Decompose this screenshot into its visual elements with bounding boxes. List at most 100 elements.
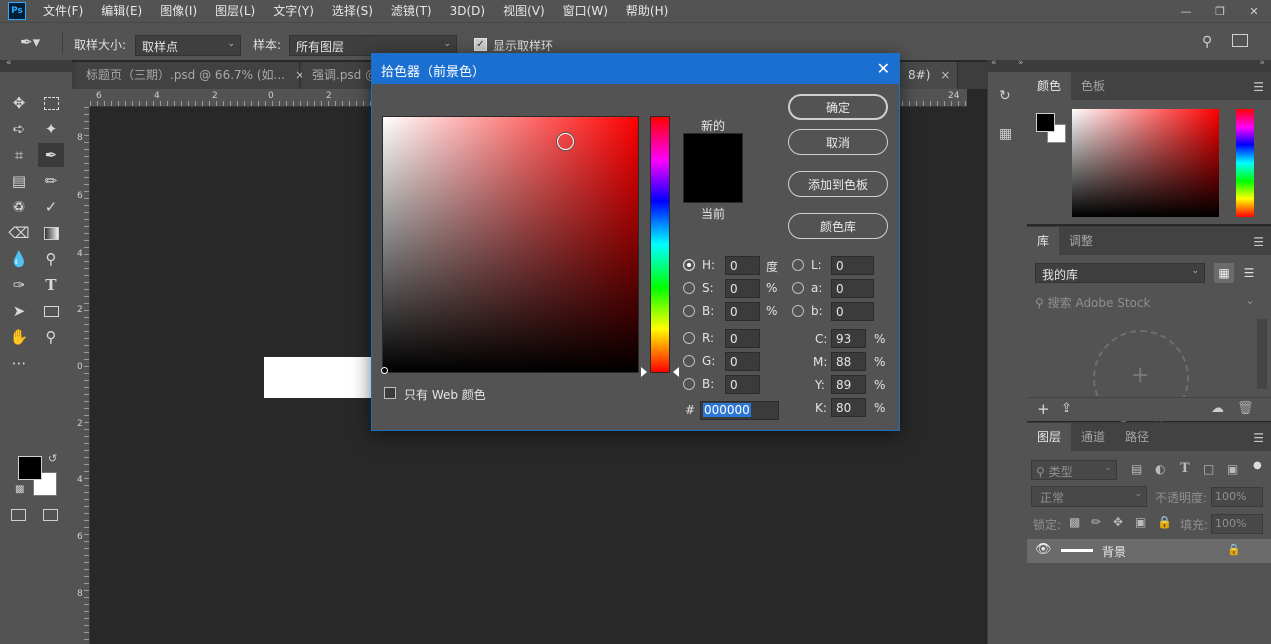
- clone-stamp-tool-icon[interactable]: ♽: [6, 195, 32, 219]
- hue-slider-left-arrow-icon[interactable]: [641, 367, 647, 377]
- color-picker-ring[interactable]: [557, 133, 574, 150]
- ok-button[interactable]: 确定: [788, 94, 888, 120]
- pen-tool-icon[interactable]: ✑: [6, 273, 32, 297]
- more-tools-icon[interactable]: ⋯: [6, 351, 32, 375]
- opacity-input[interactable]: 100%: [1211, 487, 1263, 507]
- blue-radio[interactable]: [683, 378, 695, 390]
- fill-input[interactable]: 100%: [1211, 514, 1263, 534]
- hue-slider[interactable]: [650, 116, 670, 373]
- tab-color[interactable]: 颜色: [1027, 72, 1072, 100]
- type-tool-icon[interactable]: T: [38, 273, 64, 297]
- grid-view-icon[interactable]: ▦: [1214, 263, 1234, 283]
- hue-field[interactable]: 0: [725, 256, 760, 275]
- menu-select[interactable]: 选择(S): [323, 0, 382, 22]
- close-tab-icon[interactable]: ×: [940, 68, 950, 82]
- visibility-eye-icon[interactable]: 👁: [1035, 542, 1052, 557]
- search-icon[interactable]: ⚲: [1202, 34, 1212, 50]
- filter-adjustment-icon[interactable]: ◐: [1155, 462, 1165, 476]
- lab-l-radio[interactable]: [792, 259, 804, 271]
- move-tool-icon[interactable]: ✥: [6, 91, 32, 115]
- filter-type-icon[interactable]: T: [1180, 461, 1190, 476]
- add-element-icon[interactable]: +: [1037, 400, 1050, 418]
- tab-document-1[interactable]: 标题页（三期）.psd @ 66.7% (如... ×: [76, 62, 305, 89]
- blue-field[interactable]: 0: [725, 375, 760, 394]
- hue-slider[interactable]: [1236, 109, 1254, 217]
- cloud-sync-icon[interactable]: ☁: [1211, 401, 1224, 416]
- menu-edit[interactable]: 编辑(E): [92, 0, 151, 22]
- cyan-field[interactable]: 93: [831, 329, 866, 348]
- menu-help[interactable]: 帮助(H): [617, 0, 677, 22]
- lock-all-icon[interactable]: 🔒: [1157, 515, 1172, 529]
- swap-colors-icon[interactable]: ↺: [48, 452, 57, 465]
- menu-window[interactable]: 窗口(W): [554, 0, 617, 22]
- lock-icon[interactable]: 🔒: [1227, 543, 1241, 556]
- panel-menu-icon[interactable]: ☰: [1253, 80, 1264, 94]
- dodge-tool-icon[interactable]: ⚲: [38, 247, 64, 271]
- lock-image-icon[interactable]: ✏: [1091, 515, 1101, 529]
- lock-transparent-icon[interactable]: ▩: [1069, 515, 1080, 529]
- default-colors-icon[interactable]: ▩: [15, 484, 24, 495]
- hue-radio[interactable]: [683, 259, 695, 271]
- foreground-color-swatch[interactable]: [18, 456, 42, 480]
- close-icon[interactable]: ✕: [877, 59, 890, 78]
- red-radio[interactable]: [683, 332, 695, 344]
- restore-icon[interactable]: ❐: [1203, 0, 1237, 22]
- rectangle-tool-icon[interactable]: [38, 299, 64, 323]
- tab-libraries[interactable]: 库: [1027, 227, 1060, 255]
- filter-image-icon[interactable]: ▤: [1131, 462, 1142, 476]
- menu-type[interactable]: 文字(Y): [264, 0, 323, 22]
- menu-file[interactable]: 文件(F): [34, 0, 92, 22]
- hex-field[interactable]: 000000: [700, 401, 779, 420]
- blur-tool-icon[interactable]: 💧: [6, 247, 32, 271]
- lock-position-icon[interactable]: ✥: [1113, 515, 1123, 529]
- color-libraries-button[interactable]: 颜色库: [788, 213, 888, 239]
- tab-layers[interactable]: 图层: [1027, 423, 1072, 451]
- quick-mask-icon[interactable]: [11, 509, 26, 521]
- tab-paths[interactable]: 路径: [1115, 423, 1159, 451]
- lab-l-field[interactable]: 0: [831, 256, 874, 275]
- filter-smart-object-icon[interactable]: ▣: [1227, 462, 1238, 476]
- show-ring-checkbox[interactable]: ✓: [474, 38, 487, 51]
- magic-wand-tool-icon[interactable]: ✦: [38, 117, 64, 141]
- marquee-tool-icon[interactable]: [38, 91, 64, 115]
- menu-filter[interactable]: 滤镜(T): [382, 0, 441, 22]
- saturation-radio[interactable]: [683, 282, 695, 294]
- gradient-tool-icon[interactable]: [38, 221, 64, 245]
- lab-b-field[interactable]: 0: [831, 302, 874, 321]
- panel-menu-icon[interactable]: ☰: [1253, 431, 1264, 445]
- minimize-icon[interactable]: —: [1169, 0, 1203, 22]
- lab-a-radio[interactable]: [792, 282, 804, 294]
- menu-image[interactable]: 图像(I): [151, 0, 206, 22]
- color-field[interactable]: [1072, 109, 1219, 217]
- brightness-radio[interactable]: [683, 305, 695, 317]
- screen-mode-icon[interactable]: [43, 509, 58, 521]
- filter-toggle-icon[interactable]: ●: [1253, 460, 1262, 471]
- yellow-field[interactable]: 89: [831, 375, 866, 394]
- stock-search-input[interactable]: ⚲ 搜索 Adobe Stock ⌄: [1031, 291, 1263, 313]
- brush-tool-icon[interactable]: ✏: [38, 169, 64, 193]
- saturation-brightness-field[interactable]: [382, 116, 639, 373]
- crop-tool-icon[interactable]: ⌗: [6, 143, 32, 167]
- list-view-icon[interactable]: ☰: [1239, 263, 1259, 283]
- eyedropper-preset-icon[interactable]: ✒▾: [20, 33, 40, 51]
- hand-tool-icon[interactable]: ✋: [6, 325, 32, 349]
- blend-mode-select[interactable]: 正常 ⌄: [1031, 486, 1147, 507]
- black-field[interactable]: 80: [831, 398, 866, 417]
- tab-channels[interactable]: 通道: [1071, 423, 1115, 451]
- panel-collapse-strip[interactable]: « » »: [987, 58, 1271, 72]
- saturation-field[interactable]: 0: [725, 279, 760, 298]
- layer-filter-select[interactable]: ⚲ 类型 ⌄: [1031, 460, 1117, 480]
- menu-view[interactable]: 视图(V): [494, 0, 554, 22]
- workspace-icon[interactable]: [1232, 34, 1248, 47]
- sample-size-select[interactable]: 取样点 ⌄: [135, 35, 241, 56]
- path-selection-tool-icon[interactable]: ➤: [6, 299, 32, 323]
- tab-adjustments[interactable]: 调整: [1059, 227, 1103, 255]
- hue-slider-right-arrow-icon[interactable]: [673, 367, 679, 377]
- lab-b-radio[interactable]: [792, 305, 804, 317]
- close-window-icon[interactable]: ✕: [1237, 0, 1271, 22]
- lasso-tool-icon[interactable]: ➪: [6, 117, 32, 141]
- library-select[interactable]: 我的库 ⌄: [1035, 263, 1205, 283]
- eraser-tool-icon[interactable]: ⌫: [6, 221, 32, 245]
- history-panel-icon[interactable]: ↻: [999, 88, 1011, 104]
- menu-layer[interactable]: 图层(L): [206, 0, 264, 22]
